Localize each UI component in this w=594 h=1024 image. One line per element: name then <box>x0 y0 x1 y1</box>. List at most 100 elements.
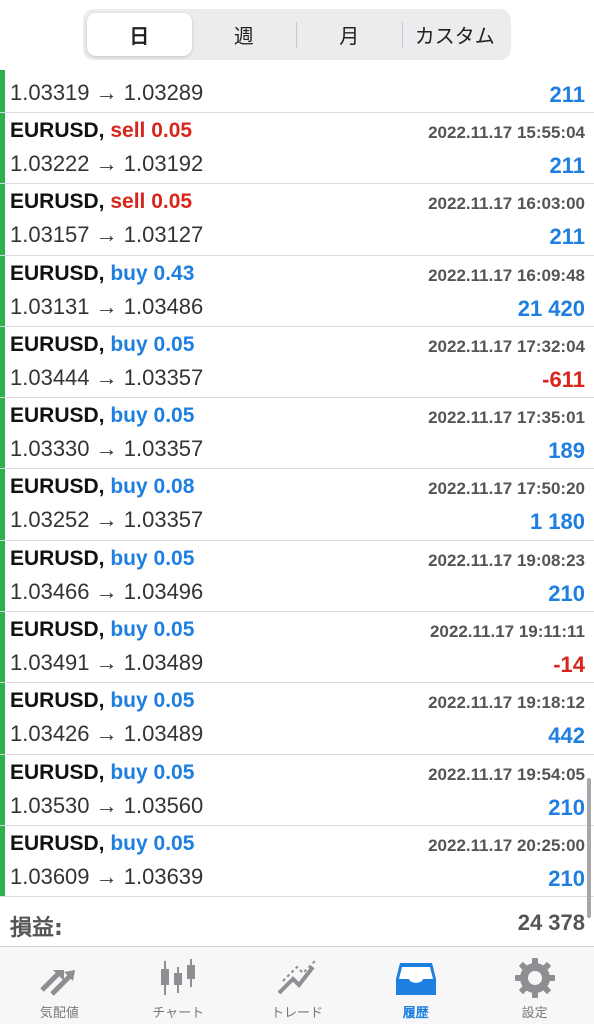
deal-prices: 1.03222 → 1.03192 <box>10 151 204 176</box>
deal-prices: 1.03444 → 1.03357 <box>10 364 204 390</box>
segment-custom[interactable]: カスタム <box>403 13 508 56</box>
deal-title: EURUSD, buy 0.05 <box>10 404 194 428</box>
deal-row[interactable]: EURUSD, buy 0.05 2022.11.17 19:54:05 1.0… <box>0 754 594 826</box>
deal-volume: 0.05 <box>151 190 193 214</box>
tab-label: チャート <box>152 1006 205 1021</box>
deal-prices: 1.03426 → 1.03489 <box>10 721 204 747</box>
tab-label: 気配値 <box>39 1006 79 1021</box>
segment-month[interactable]: 月 <box>297 13 402 56</box>
deal-symbol: EURUSD, <box>10 831 105 855</box>
deal-volume: 0.05 <box>153 689 195 713</box>
deal-side: buy <box>110 618 148 642</box>
deal-side: sell <box>110 119 146 142</box>
deal-profit: 211 <box>549 153 586 178</box>
gear-icon <box>514 958 555 998</box>
deal-symbol: EURUSD, <box>10 760 105 784</box>
deal-row[interactable]: EURUSD, buy 0.05 2022.11.17 19:18:12 1.0… <box>0 683 594 755</box>
bottom-tab-bar: 気配値 チャート トレード 履歴 設定 <box>0 946 594 1024</box>
deal-title: EURUSD, buy 0.43 <box>10 262 194 286</box>
deal-prices: 1.03491 → 1.03489 <box>10 650 204 676</box>
deal-row[interactable]: EURUSD, buy 0.05 2022.11.17 17:32:04 1.0… <box>0 326 594 399</box>
deal-side: buy <box>110 831 148 855</box>
deal-symbol: EURUSD, <box>10 332 105 356</box>
deal-row[interactable]: EURUSD, buy 0.43 2022.11.17 16:09:48 1.0… <box>0 255 594 327</box>
deal-title: EURUSD, buy 0.05 <box>10 333 194 357</box>
deal-side: buy <box>110 261 148 285</box>
tab-label: 履歴 <box>402 1006 429 1021</box>
tab-history[interactable]: 履歴 <box>356 947 475 1024</box>
deal-time: 2022.11.17 19:08:23 <box>428 550 585 570</box>
deal-prices: 1.03530 → 1.03560 <box>10 792 204 818</box>
deal-title: EURUSD, buy 0.05 <box>10 761 194 785</box>
deal-row[interactable]: 1.03319 → 1.03289 211 <box>0 70 594 113</box>
deal-prices: 1.03466 → 1.03496 <box>10 578 204 604</box>
deal-time: 2022.11.17 17:50:20 <box>428 479 585 499</box>
deal-row[interactable]: EURUSD, sell 0.05 2022.11.17 16:03:00 1.… <box>0 184 594 256</box>
deal-title: EURUSD, buy 0.05 <box>10 547 194 571</box>
tab-chart[interactable]: チャート <box>119 947 238 1024</box>
deal-history-list[interactable]: 1.03319 → 1.03289 211 EURUSD, sell 0.05 … <box>0 70 594 898</box>
deal-profit: 1 180 <box>529 509 585 535</box>
deal-row[interactable]: EURUSD, buy 0.08 2022.11.17 17:50:20 1.0… <box>0 469 594 541</box>
deal-profit: 211 <box>549 224 586 250</box>
deal-row[interactable]: EURUSD, buy 0.05 2022.11.17 19:08:23 1.0… <box>0 540 594 613</box>
deal-volume: 0.05 <box>153 404 195 428</box>
deal-volume: 0.05 <box>153 546 195 570</box>
deal-symbol: EURUSD, <box>10 190 105 214</box>
deal-prices: 1.03609 → 1.03639 <box>10 863 204 889</box>
deal-volume: 0.05 <box>153 618 195 642</box>
deal-profit: 210 <box>548 580 585 606</box>
deal-time: 2022.11.17 17:35:01 <box>428 408 585 428</box>
deal-symbol: EURUSD, <box>10 119 105 142</box>
segment-week[interactable]: 週 <box>192 13 297 56</box>
deal-side: buy <box>110 760 148 784</box>
deal-volume: 0.05 <box>153 760 195 784</box>
deal-symbol: EURUSD, <box>10 618 105 642</box>
tab-label: 設定 <box>521 1006 548 1021</box>
period-segmented-control: 日 週 月 カスタム <box>83 9 511 60</box>
deal-title: EURUSD, sell 0.05 <box>10 190 192 214</box>
deal-prices: 1.03330 → 1.03357 <box>10 436 204 462</box>
trade-line-icon <box>277 960 316 995</box>
history-inbox-icon <box>395 963 436 995</box>
segment-day[interactable]: 日 <box>87 13 192 56</box>
deal-symbol: EURUSD, <box>10 475 105 499</box>
deal-profit: 189 <box>548 438 585 464</box>
deal-title: EURUSD, buy 0.05 <box>10 832 194 856</box>
deal-title: EURUSD, sell 0.05 <box>10 119 192 143</box>
deal-profit: 210 <box>548 865 585 891</box>
deal-prices: 1.03131 → 1.03486 <box>10 293 204 319</box>
deal-row[interactable]: EURUSD, buy 0.05 2022.11.17 20:25:00 1.0… <box>0 825 594 898</box>
deal-profit: -611 <box>542 366 585 392</box>
deal-row[interactable]: EURUSD, buy 0.05 2022.11.17 19:11:11 1.0… <box>0 612 594 684</box>
deal-profit: 210 <box>548 794 585 820</box>
deal-title: EURUSD, buy 0.05 <box>10 618 194 642</box>
deal-time: 2022.11.17 17:32:04 <box>428 336 585 356</box>
deal-profit: 442 <box>548 723 585 749</box>
tab-settings[interactable]: 設定 <box>475 947 594 1024</box>
profit-summary: 損益: 24 378 <box>0 898 594 946</box>
deal-time: 2022.11.17 20:25:00 <box>428 835 585 855</box>
deal-row[interactable]: EURUSD, sell 0.05 2022.11.17 15:55:04 1.… <box>0 113 594 185</box>
deal-side: buy <box>110 332 148 356</box>
deal-time: 2022.11.17 16:09:48 <box>428 265 585 285</box>
deal-volume: 0.08 <box>153 475 195 499</box>
deal-time: 2022.11.17 15:55:04 <box>428 123 585 142</box>
tab-quotes[interactable]: 気配値 <box>0 947 119 1024</box>
deal-symbol: EURUSD, <box>10 404 105 428</box>
scrollbar[interactable] <box>587 778 591 918</box>
deal-volume: 0.05 <box>153 831 195 855</box>
deal-time: 2022.11.17 16:03:00 <box>428 194 585 214</box>
deal-side: buy <box>110 689 148 713</box>
deal-row[interactable]: EURUSD, buy 0.05 2022.11.17 17:35:01 1.0… <box>0 398 594 470</box>
deal-time: 2022.11.17 19:18:12 <box>428 693 585 713</box>
summary-value: 24 378 <box>517 910 585 935</box>
deal-symbol: EURUSD, <box>10 261 105 285</box>
deal-prices: 1.03319 → 1.03289 <box>10 80 204 105</box>
deal-profit: -14 <box>553 652 585 678</box>
deal-time: 2022.11.17 19:54:05 <box>428 764 585 784</box>
deal-side: buy <box>110 546 148 570</box>
tab-trade[interactable]: トレード <box>238 947 357 1024</box>
period-header: 日 週 月 カスタム <box>0 0 594 70</box>
deal-symbol: EURUSD, <box>10 546 105 570</box>
